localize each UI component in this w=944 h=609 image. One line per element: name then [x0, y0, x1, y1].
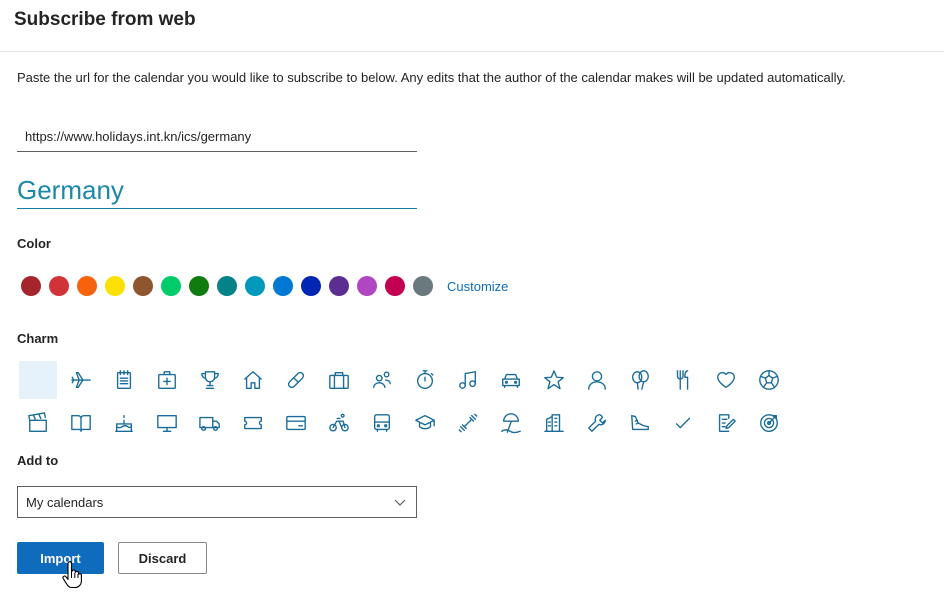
dialog-title: Subscribe from web [14, 9, 196, 30]
selected-calendar-value: My calendars [26, 494, 104, 510]
notepad-icon[interactable] [105, 361, 143, 399]
soccer-ball-icon[interactable] [750, 361, 788, 399]
charm-row-1 [19, 361, 793, 399]
car-icon[interactable] [492, 361, 530, 399]
add-to-label: Add to [17, 453, 59, 468]
chevron-down-icon [394, 499, 406, 506]
color-swatch[interactable] [217, 276, 237, 296]
import-button[interactable]: Import [17, 542, 104, 574]
person-icon[interactable] [578, 361, 616, 399]
trophy-icon[interactable] [191, 361, 229, 399]
clapperboard-icon[interactable] [19, 404, 57, 442]
calendar-select-dropdown[interactable]: My calendars [17, 486, 417, 518]
dialog-header: Subscribe from web [0, 0, 944, 52]
color-swatch[interactable] [245, 276, 265, 296]
credit-card-icon[interactable] [277, 404, 315, 442]
color-swatch[interactable] [301, 276, 321, 296]
sneaker-icon[interactable] [621, 404, 659, 442]
airplane-icon[interactable] [62, 361, 100, 399]
beach-icon[interactable] [492, 404, 530, 442]
graduation-cap-icon[interactable] [406, 404, 444, 442]
stopwatch-icon[interactable] [406, 361, 444, 399]
color-swatch[interactable] [413, 276, 433, 296]
color-swatch[interactable] [161, 276, 181, 296]
color-swatch[interactable] [329, 276, 349, 296]
music-note-icon[interactable] [449, 361, 487, 399]
color-swatch[interactable] [21, 276, 41, 296]
color-label: Color [17, 236, 51, 251]
charm-row-2 [19, 404, 793, 442]
target-icon[interactable] [750, 404, 788, 442]
home-icon[interactable] [234, 361, 272, 399]
dialog-description: Paste the url for the calendar you would… [17, 70, 846, 85]
people-icon[interactable] [363, 361, 401, 399]
discard-button[interactable]: Discard [118, 542, 207, 574]
color-swatch[interactable] [385, 276, 405, 296]
heart-icon[interactable] [707, 361, 745, 399]
briefcase-icon[interactable] [320, 361, 358, 399]
monitor-icon[interactable] [148, 404, 186, 442]
color-swatch[interactable] [49, 276, 69, 296]
first-aid-icon[interactable] [148, 361, 186, 399]
customize-color-link[interactable]: Customize [447, 279, 508, 294]
book-icon[interactable] [62, 404, 100, 442]
ticket-icon[interactable] [234, 404, 272, 442]
pill-icon[interactable] [277, 361, 315, 399]
balloons-icon[interactable] [621, 361, 659, 399]
color-swatch[interactable] [77, 276, 97, 296]
charm-none[interactable] [19, 361, 57, 399]
hand-cursor-icon [62, 561, 82, 589]
birthday-cake-icon[interactable] [105, 404, 143, 442]
wrench-icon[interactable] [578, 404, 616, 442]
food-icon[interactable] [664, 361, 702, 399]
color-swatch-group: Customize [21, 276, 508, 296]
color-swatch[interactable] [133, 276, 153, 296]
charm-label: Charm [17, 331, 59, 346]
building-icon[interactable] [535, 404, 573, 442]
color-swatch[interactable] [273, 276, 293, 296]
calendar-name-input[interactable] [17, 172, 417, 209]
color-swatch[interactable] [105, 276, 125, 296]
edit-note-icon[interactable] [707, 404, 745, 442]
truck-icon[interactable] [191, 404, 229, 442]
color-swatch[interactable] [189, 276, 209, 296]
star-icon[interactable] [535, 361, 573, 399]
checkmark-icon[interactable] [664, 404, 702, 442]
calendar-url-input[interactable] [17, 122, 417, 152]
dumbbell-icon[interactable] [449, 404, 487, 442]
bicycle-icon[interactable] [320, 404, 358, 442]
bus-icon[interactable] [363, 404, 401, 442]
color-swatch[interactable] [357, 276, 377, 296]
